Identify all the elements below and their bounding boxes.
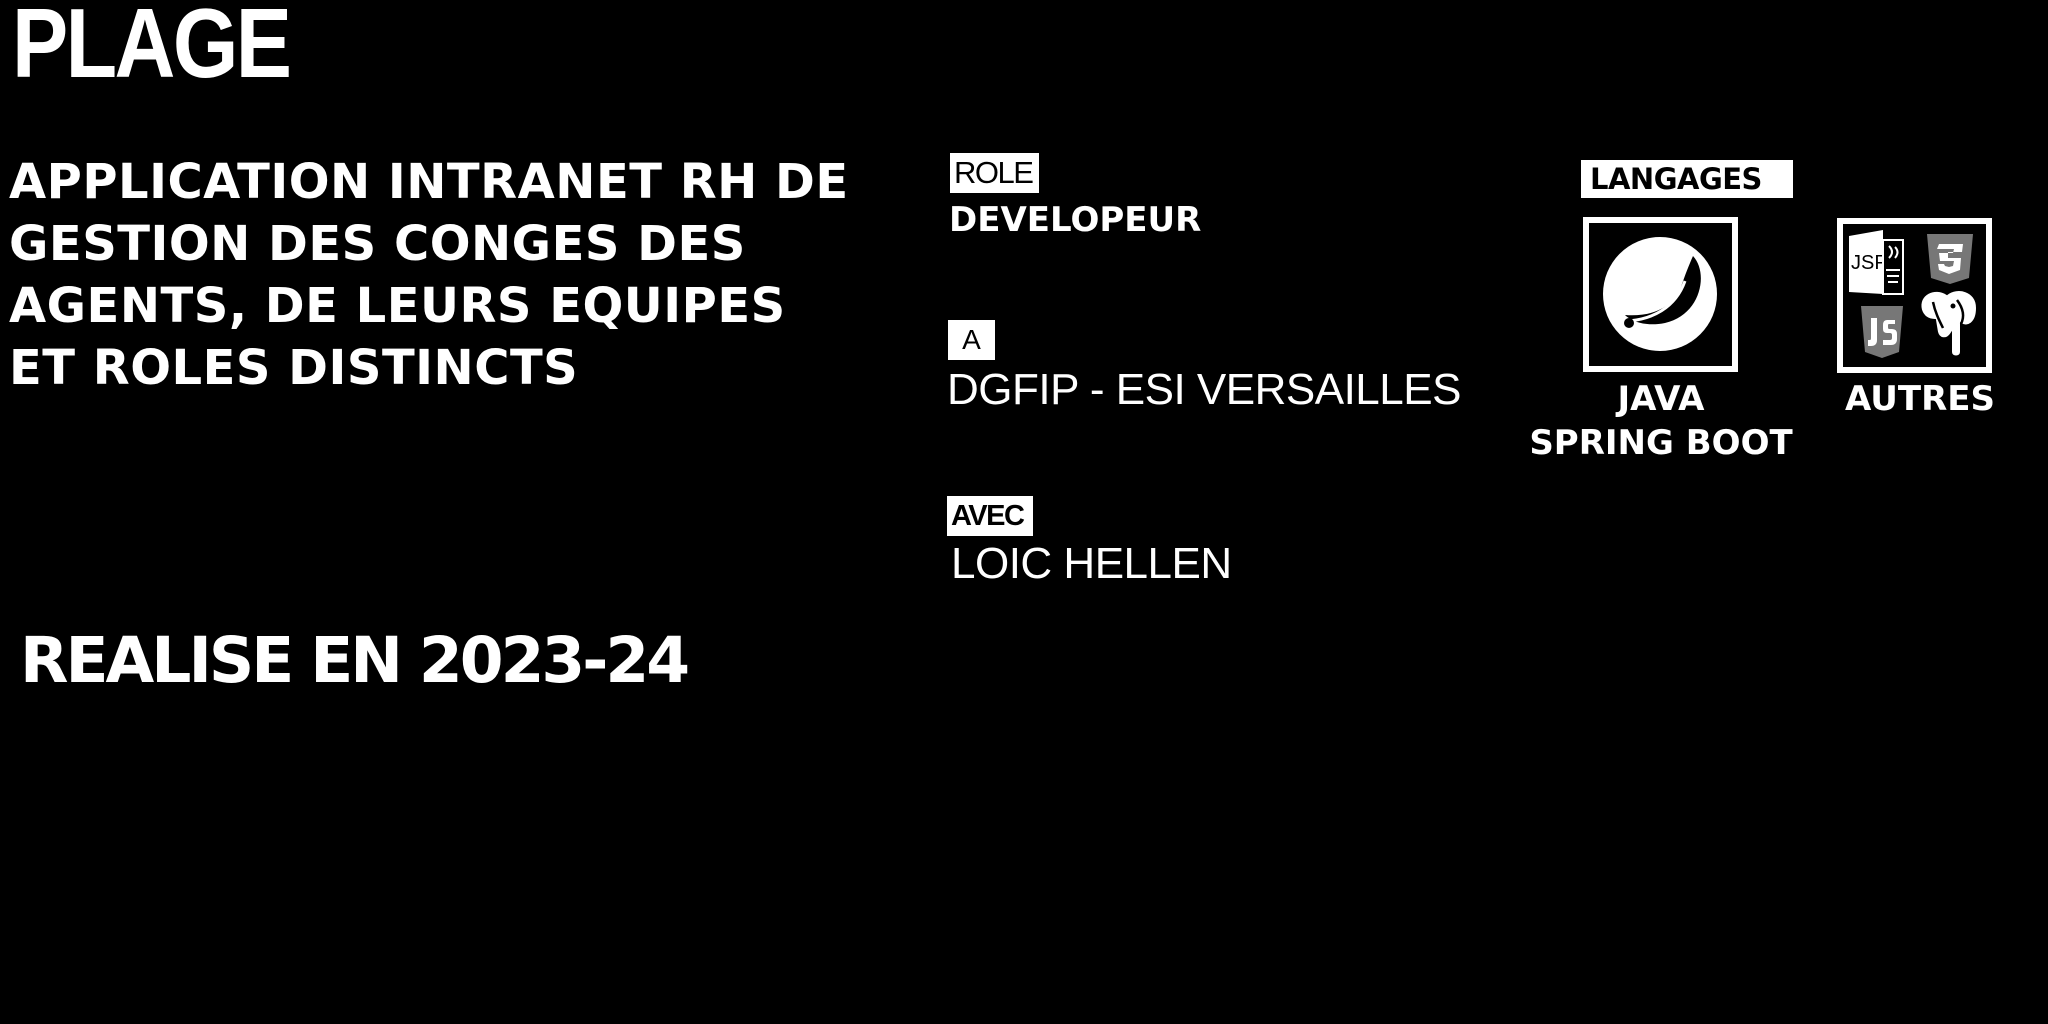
partner-label: AVEC: [947, 496, 1033, 536]
spring-leaf-icon: [1603, 237, 1717, 351]
description-line: GESTION DES CONGES DES: [9, 216, 746, 272]
description-line: ET ROLES DISTINCTS: [9, 340, 579, 396]
other-languages-caption: AUTRES: [1845, 379, 1995, 419]
realisation-year: REALISE EN 2023-24: [20, 624, 690, 697]
other-languages-icon-box: JSP: [1837, 218, 1992, 373]
java-spring-boot-caption: JAVA SPRING BOOT: [1520, 377, 1802, 465]
other-languages-icon: JSP: [1849, 230, 1979, 358]
location-value: DGFIP - ESI VERSAILLES: [947, 365, 1461, 414]
partner-value: LOIC HELLEN: [951, 539, 1232, 588]
project-description: APPLICATION INTRANET RH DE GESTION DES C…: [9, 151, 849, 399]
project-title: PLAGE: [12, 0, 292, 98]
description-line: APPLICATION INTRANET RH DE: [9, 154, 849, 210]
languages-label: LANGAGES: [1581, 160, 1793, 198]
caption-line: JAVA: [1617, 379, 1705, 419]
spring-boot-icon-box: [1583, 217, 1738, 372]
role-label: ROLE: [950, 153, 1039, 193]
location-label: A: [948, 320, 995, 360]
caption-line: SPRING BOOT: [1529, 423, 1793, 463]
javascript-icon: [1861, 306, 1903, 358]
jsp-java-icon: JSP: [1849, 230, 1904, 295]
description-line: AGENTS, DE LEURS EQUIPES: [9, 278, 786, 334]
postgresql-elephant-icon: [1919, 289, 1979, 358]
role-value: DEVELOPEUR: [949, 200, 1202, 240]
css3-icon: [1927, 234, 1973, 284]
